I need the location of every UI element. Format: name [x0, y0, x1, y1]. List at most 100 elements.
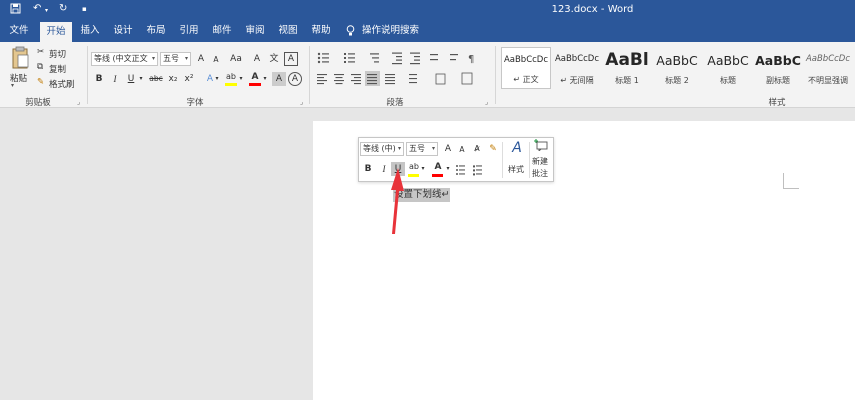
styles-icon[interactable]: A	[508, 141, 526, 157]
format-painter-icon: ✎	[37, 77, 45, 87]
highlight-dropdown-icon[interactable]: ▾	[419, 162, 427, 176]
style-normal[interactable]: AaBbCcDc ↵ 正文	[501, 47, 551, 89]
style-name: 标题 1	[615, 76, 639, 85]
style-sample: AaBbC	[656, 53, 698, 68]
clear-format-icon[interactable]: A̷	[470, 142, 484, 156]
underline-button[interactable]: U	[124, 72, 138, 86]
superscript-button[interactable]: x²	[182, 72, 196, 86]
clipboard-group-label: 剪贴板	[25, 98, 51, 108]
svg-text:¶: ¶	[468, 54, 474, 65]
chevron-down-icon: ▾	[397, 145, 401, 152]
style-name: ↵ 无间隔	[560, 76, 594, 85]
font-color-dropdown-icon[interactable]: ▾	[261, 72, 269, 86]
tab-view[interactable]: 视图	[273, 20, 303, 42]
style-sample: AaBbC	[755, 53, 801, 68]
font-color-bar	[432, 174, 443, 177]
style-name: 标题	[720, 76, 736, 85]
paste-dropdown-icon[interactable]: ▾	[11, 82, 14, 89]
new-comment-button[interactable]: 新建	[532, 156, 548, 167]
mini-bold-button[interactable]: B	[361, 162, 375, 176]
font-name-value: 等线 (中文正文	[94, 54, 148, 63]
style-name: 不明显强调	[808, 76, 848, 85]
font-color-icon[interactable]: A	[248, 70, 262, 84]
text-effects-dropdown-icon[interactable]: ▾	[213, 72, 221, 86]
style-sample: AaBl	[605, 50, 649, 70]
paragraph-launcher-icon[interactable]: ⌟	[485, 98, 488, 106]
styles-group-label: 样式	[768, 98, 786, 108]
grow-font-icon[interactable]: A	[441, 142, 455, 156]
font-color-bar	[249, 83, 261, 86]
style-no-spacing[interactable]: AaBbCcDc ↵ 无间隔	[552, 47, 602, 89]
style-name: ↵ 正文	[513, 75, 539, 84]
format-painter-icon[interactable]: ✎	[486, 142, 500, 156]
style-heading-1[interactable]: AaBl 标题 1	[602, 47, 652, 89]
font-name-combo[interactable]: 等线 (中文正文 ▾	[91, 52, 158, 66]
format-painter-button[interactable]: 格式刷	[49, 78, 75, 90]
group-divider	[309, 46, 310, 104]
chevron-down-icon: ▾	[184, 55, 188, 62]
style-heading-2[interactable]: AaBbC 标题 2	[652, 47, 702, 89]
tab-insert[interactable]: 插入	[75, 20, 105, 42]
underline-dropdown-icon[interactable]: ▾	[137, 72, 145, 86]
mini-font-size-value: 五号	[409, 144, 425, 153]
chevron-down-icon: ▾	[151, 55, 155, 62]
lightbulb-icon[interactable]	[344, 20, 356, 42]
font-size-value: 五号	[163, 54, 179, 63]
mini-divider	[529, 142, 530, 178]
copy-button[interactable]: 复制	[49, 63, 66, 75]
paragraph-controls[interactable]: ¶	[314, 50, 494, 90]
scissors-icon: ✂	[37, 47, 45, 57]
style-sample: AaBbCcDc	[554, 54, 600, 64]
clipboard-launcher-icon[interactable]: ⌟	[77, 98, 80, 106]
mini-font-size-combo[interactable]: 五号 ▾	[406, 142, 438, 156]
shrink-font-icon[interactable]: A	[209, 53, 223, 67]
style-subtitle[interactable]: AaBbC 副标题	[753, 47, 803, 89]
mini-font-color-icon[interactable]: A	[431, 160, 445, 174]
subscript-button[interactable]: x₂	[166, 72, 180, 86]
highlight-icon[interactable]: ab	[224, 70, 238, 84]
tab-home[interactable]: 开始	[40, 22, 72, 42]
title-bar: ↶ ▾ ↻ ▪ 123.docx - Word	[0, 0, 855, 20]
tab-review[interactable]: 审阅	[240, 20, 270, 42]
strikethrough-button[interactable]: abc	[148, 72, 164, 86]
mini-divider	[502, 142, 503, 178]
new-comment-icon[interactable]	[533, 139, 549, 153]
tab-help[interactable]: 帮助	[306, 20, 336, 42]
ribbon-tabs: 文件 开始 插入 设计 布局 引用 邮件 审阅 视图 帮助 操作说明搜索	[0, 20, 855, 42]
enclose-char-icon[interactable]: A	[284, 52, 298, 66]
tab-layout[interactable]: 布局	[141, 20, 171, 42]
font-size-combo[interactable]: 五号 ▾	[160, 52, 191, 66]
tab-design[interactable]: 设计	[108, 20, 138, 42]
grow-font-icon[interactable]: A	[194, 52, 208, 66]
style-name: 标题 2	[665, 76, 689, 85]
tell-me-search[interactable]: 操作说明搜索	[362, 20, 422, 42]
tab-mailings[interactable]: 邮件	[207, 20, 237, 42]
mini-styles-button[interactable]: 样式	[508, 164, 524, 175]
font-color-dropdown-icon[interactable]: ▾	[444, 162, 452, 176]
char-shading-icon[interactable]: A	[272, 72, 286, 86]
style-title[interactable]: AaBbC 标题	[703, 47, 753, 89]
char-border-icon[interactable]: A	[288, 72, 302, 86]
cut-button[interactable]: 剪切	[49, 48, 66, 60]
paste-icon[interactable]	[10, 46, 30, 72]
font-launcher-icon[interactable]: ⌟	[300, 98, 303, 106]
mini-list-buttons[interactable]	[455, 164, 485, 176]
group-divider	[87, 46, 88, 104]
phonetic-guide-icon[interactable]: 文	[267, 52, 281, 66]
change-case-icon[interactable]: Aa	[227, 52, 245, 66]
style-name: 副标题	[766, 76, 790, 85]
chevron-down-icon: ▾	[431, 145, 435, 152]
bold-button[interactable]: B	[92, 72, 106, 86]
ribbon: 粘贴 ▾ ✂ 剪切 ⧉ 复制 ✎ 格式刷 剪贴板 ⌟ 等线 (中文正文 ▾ 五号…	[0, 42, 855, 108]
style-subtle-emphasis[interactable]: AaBbCcDc 不明显强调	[803, 47, 853, 89]
shrink-font-icon[interactable]: A	[455, 143, 469, 157]
italic-button[interactable]: I	[108, 72, 122, 86]
mini-font-name-value: 等线 (中)	[363, 144, 396, 153]
style-sample: AaBbCcDc	[503, 55, 549, 65]
mini-font-name-combo[interactable]: 等线 (中) ▾	[360, 142, 404, 156]
clear-format-icon[interactable]: A	[250, 52, 264, 66]
tab-file[interactable]: 文件	[4, 20, 34, 42]
new-comment-button-line2[interactable]: 批注	[532, 168, 548, 179]
tab-references[interactable]: 引用	[174, 20, 204, 42]
highlight-dropdown-icon[interactable]: ▾	[237, 72, 245, 86]
